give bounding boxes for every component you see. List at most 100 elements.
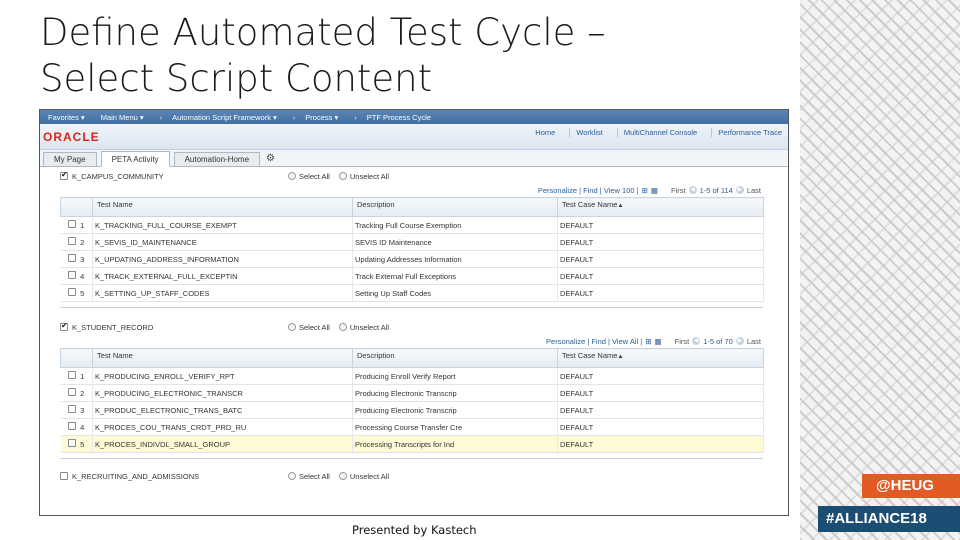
download-icon[interactable]: ▦	[651, 186, 658, 195]
oracle-logo: ORACLE	[43, 129, 100, 144]
group-name: K_CAMPUS_COMMUNITY	[72, 171, 164, 181]
description-header[interactable]: Description	[352, 197, 558, 217]
row-count: 1-5 of 114	[699, 185, 733, 195]
gear-icon[interactable]: ⚙	[266, 152, 275, 166]
main-menu[interactable]: Main Menu ▾	[101, 113, 144, 122]
tab-automation-home[interactable]: Automation-Home	[173, 152, 261, 166]
test-case-cell: DEFAULT	[557, 267, 764, 285]
first-link[interactable]: First	[675, 337, 690, 346]
breadcrumb-automation-script-framework[interactable]: Automation Script Framework ▾	[172, 113, 277, 122]
prev-arrow-icon[interactable]: ◀	[692, 337, 701, 345]
row-number: 5	[80, 440, 85, 449]
slide-title: Define Automated Test Cycle – Select Scr…	[40, 10, 760, 102]
zoom-icon[interactable]: ⊞	[642, 186, 648, 195]
row-select: 1	[60, 216, 93, 234]
test-name-cell: K_PROCES_INDIVDL_SMALL_GROUP	[92, 435, 353, 453]
first-link[interactable]: First	[671, 186, 686, 195]
select-all-label: Select All	[299, 171, 330, 181]
group-name: K_RECRUITING_AND_ADMISSIONS	[72, 471, 200, 481]
description-cell: Setting Up Staff Codes	[352, 284, 558, 302]
group-checkbox[interactable]	[60, 170, 68, 180]
test-name-cell: K_UPDATING_ADDRESS_INFORMATION	[92, 250, 353, 268]
row-number: 1	[80, 372, 85, 381]
tab-my-page[interactable]: My Page	[43, 152, 97, 166]
test-case-cell: DEFAULT	[557, 384, 764, 402]
select-all-radio[interactable]	[288, 323, 296, 331]
test-name-header[interactable]: Test Name	[92, 348, 353, 368]
home-link[interactable]: Home	[529, 128, 555, 137]
unselect-all-radio[interactable]	[338, 472, 347, 480]
row-checkbox[interactable]	[68, 439, 77, 447]
breadcrumb-sep-icon: ›	[159, 112, 163, 122]
zoom-icon[interactable]: ⊞	[645, 337, 651, 346]
grid-links[interactable]: Personalize | Find | View All |	[546, 337, 642, 346]
group-divider	[60, 457, 763, 459]
test-name-cell: K_SEVIS_ID_MAINTENANCE	[92, 233, 353, 251]
grid-header-row: Test Name Description Test Case Name▲	[60, 197, 764, 217]
row-count: 1-5 of 70	[703, 336, 733, 346]
slide-title-line2: Select Script Content	[40, 57, 433, 100]
next-arrow-icon[interactable]: ▶	[735, 337, 744, 345]
last-link[interactable]: Last	[747, 186, 761, 195]
test-case-header[interactable]: Test Case Name▲	[557, 348, 764, 368]
table-row: 4 K_PROCES_COU_TRANS_CRDT_PRD_RU Process…	[60, 418, 764, 436]
row-number: 2	[80, 389, 85, 398]
next-arrow-icon[interactable]: ▶	[735, 186, 744, 194]
worklist-link[interactable]: Worklist	[569, 128, 603, 137]
description-cell: Track External Full Exceptions	[352, 267, 558, 285]
scripts-grid: Test Name Description Test Case Name▲ 1 …	[60, 197, 764, 302]
row-checkbox[interactable]	[68, 254, 77, 262]
row-select: 2	[60, 384, 93, 402]
sort-ascending-icon: ▲	[617, 203, 624, 209]
select-all-label: Select All	[299, 471, 330, 481]
favorites-menu[interactable]: Favorites ▾	[48, 113, 85, 122]
select-all-label: Select All	[299, 322, 330, 332]
group-header: K_CAMPUS_COMMUNITY Select All Unselect A…	[60, 169, 763, 183]
group-header: K_STUDENT_RECORD Select All Unselect All	[60, 320, 763, 334]
breadcrumb-process[interactable]: Process ▾	[305, 113, 338, 122]
test-case-header[interactable]: Test Case Name▲	[557, 197, 764, 217]
grid-links[interactable]: Personalize | Find | View 100 |	[538, 186, 639, 195]
row-checkbox[interactable]	[68, 405, 77, 413]
description-cell: Producing Enroll Verify Report	[352, 367, 558, 385]
row-checkbox[interactable]	[68, 220, 77, 228]
test-name-header[interactable]: Test Name	[92, 197, 353, 217]
test-case-header-label: Test Case Name	[562, 200, 618, 209]
table-row: 4 K_TRACK_EXTERNAL_FULL_EXCEPTIN Track E…	[60, 267, 764, 285]
unselect-all-radio[interactable]	[338, 172, 347, 180]
table-row: 2 K_SEVIS_ID_MAINTENANCE SEVIS ID Mainte…	[60, 233, 764, 251]
row-checkbox[interactable]	[68, 371, 77, 379]
description-header[interactable]: Description	[352, 348, 558, 368]
row-checkbox[interactable]	[68, 388, 77, 396]
grid-toolbar: Personalize | Find | View All | ⊞ ▦ Firs…	[60, 334, 763, 348]
test-name-cell: K_PRODUCING_ELECTRONIC_TRANSCR	[92, 384, 353, 402]
select-all-radio[interactable]	[288, 472, 296, 480]
unselect-all-label: Unselect All	[349, 471, 390, 481]
download-icon[interactable]: ▦	[655, 337, 662, 346]
unselect-all-label: Unselect All	[349, 171, 390, 181]
group-student-record: K_STUDENT_RECORD Select All Unselect All…	[60, 320, 764, 459]
table-row: 5 K_PROCES_INDIVDL_SMALL_GROUP Processin…	[60, 435, 764, 453]
tab-peta-activity[interactable]: PETA Activity	[100, 151, 170, 167]
multichannel-console-link[interactable]: MultiChannel Console	[616, 128, 697, 137]
unselect-all-radio[interactable]	[338, 323, 347, 331]
performance-trace-link[interactable]: Performance Trace	[711, 128, 782, 137]
group-recruiting-and-admissions: K_RECRUITING_AND_ADMISSIONS Select All U…	[60, 469, 763, 483]
group-divider	[60, 306, 763, 308]
row-checkbox[interactable]	[68, 288, 77, 296]
row-checkbox[interactable]	[68, 271, 77, 279]
description-cell: SEVIS ID Maintenance	[352, 233, 558, 251]
row-checkbox[interactable]	[68, 237, 77, 245]
test-case-cell: DEFAULT	[557, 435, 764, 453]
row-number: 4	[80, 423, 85, 432]
last-link[interactable]: Last	[747, 337, 761, 346]
prev-arrow-icon[interactable]: ◀	[688, 186, 697, 194]
group-checkbox[interactable]	[60, 472, 68, 480]
group-header: K_RECRUITING_AND_ADMISSIONS Select All U…	[60, 469, 763, 483]
scripts-grid: Test Name Description Test Case Name▲ 1 …	[60, 348, 764, 453]
row-checkbox[interactable]	[68, 422, 77, 430]
breadcrumb-ptf-process-cycle[interactable]: PTF Process Cycle	[367, 113, 431, 122]
group-checkbox[interactable]	[60, 321, 68, 331]
select-all-radio[interactable]	[288, 172, 296, 180]
header-links: Home Worklist MultiChannel Console Perfo…	[529, 128, 782, 137]
